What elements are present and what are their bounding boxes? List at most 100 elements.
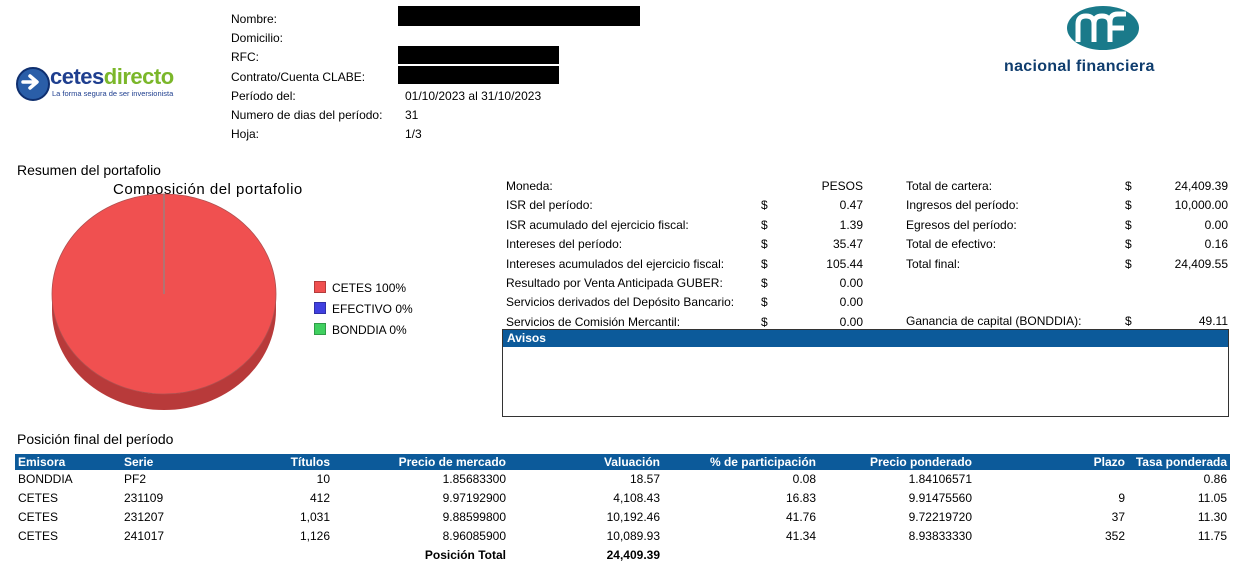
table-row: BONDDIA PF2 10 1.85683300 18.57 0.08 1.8410657… bbox=[15, 470, 1230, 489]
label-periodo: Período del: bbox=[231, 89, 296, 103]
summary-right-label: Total de efectivo: bbox=[906, 237, 997, 252]
table-cell: 1,031 bbox=[299, 510, 330, 524]
value-dias: 31 bbox=[405, 108, 419, 122]
summary-right-currency: $ bbox=[1125, 217, 1132, 232]
label-nombre: Nombre: bbox=[231, 12, 278, 26]
summary-left-label: ISR del período: bbox=[506, 198, 593, 213]
table-cell: 37 bbox=[1111, 510, 1125, 524]
table-cell: 9 bbox=[1118, 491, 1125, 505]
table-cell: CETES bbox=[18, 491, 59, 505]
table-row: CETES 241017 1,126 8.96085900 10,089.93 41.34… bbox=[15, 527, 1230, 546]
redacted-nombre bbox=[398, 6, 640, 26]
portfolio-pie-chart bbox=[51, 193, 277, 410]
summary-left-value: 0.00 bbox=[839, 295, 863, 310]
summary-left-currency: $ bbox=[761, 217, 768, 232]
table-cell: 0.86 bbox=[1203, 472, 1227, 486]
legend-swatch-bonddia bbox=[314, 323, 326, 335]
cetesdirecto-wordmark: cetesdirecto bbox=[50, 64, 174, 89]
value-periodo: 01/10/2023 al 31/10/2023 bbox=[405, 89, 542, 103]
summary-right-value: 24,409.55 bbox=[1174, 256, 1228, 271]
col-participacion: % de participación bbox=[663, 454, 819, 470]
table-cell: 412 bbox=[309, 491, 330, 505]
summary-right-label: Total de cartera: bbox=[906, 179, 993, 193]
table-cell: 1,126 bbox=[299, 529, 330, 543]
table-cell: 11.75 bbox=[1197, 529, 1227, 543]
summary-left-value: 1.39 bbox=[839, 217, 863, 232]
avisos-header: Avisos bbox=[503, 330, 1228, 347]
table-cell bbox=[1128, 546, 1230, 565]
summary-left-currency: $ bbox=[761, 256, 768, 271]
positions-header-row: Emisora Serie Títulos Precio de mercado … bbox=[15, 454, 1230, 470]
table-cell bbox=[975, 470, 1128, 489]
table-cell: 1.85683300 bbox=[442, 472, 506, 486]
cetesdirecto-tagline: La forma segura de ser inversionista bbox=[52, 89, 174, 98]
total-label: Posición Total bbox=[424, 548, 506, 562]
ganancia-value: 49.11 bbox=[1198, 314, 1228, 328]
nafin-emblem-icon bbox=[1067, 6, 1139, 50]
table-cell bbox=[663, 546, 819, 565]
value-hoja: 1/3 bbox=[405, 127, 422, 141]
table-cell bbox=[121, 546, 247, 565]
table-cell: 41.76 bbox=[785, 510, 816, 524]
table-cell: 8.93833330 bbox=[908, 529, 972, 543]
table-cell: 10 bbox=[316, 472, 330, 486]
cetesdirecto-logo: cetesdirecto La forma segura de ser inve… bbox=[14, 64, 204, 104]
legend-swatch-efectivo bbox=[314, 302, 326, 314]
avisos-box: Avisos bbox=[502, 329, 1229, 417]
legend-swatch-cetes bbox=[314, 281, 326, 293]
legend-item-bonddia: BONDDIA 0% bbox=[314, 323, 407, 337]
summary-right-value: 10,000.00 bbox=[1174, 198, 1228, 213]
portfolio-section-title: Resumen del portafolio bbox=[17, 162, 161, 178]
summary-left-label: Intereses acumulados del ejercicio fisca… bbox=[506, 256, 725, 271]
summary-right-label: Egresos del período: bbox=[906, 217, 1017, 232]
label-dias: Numero de dias del período: bbox=[231, 108, 383, 122]
nafin-wordmark: nacional financiera bbox=[1004, 58, 1155, 75]
summary-right-value: 0.16 bbox=[1204, 237, 1228, 252]
label-contrato: Contrato/Cuenta CLABE: bbox=[231, 70, 366, 84]
ganancia-currency: $ bbox=[1125, 314, 1132, 328]
label-rfc: RFC: bbox=[231, 50, 259, 64]
table-cell: 16.83 bbox=[785, 491, 816, 505]
summary-left-value: PESOS bbox=[821, 179, 863, 193]
col-plazo: Plazo bbox=[975, 454, 1128, 470]
summary-left-currency: $ bbox=[761, 237, 768, 252]
table-cell: 10,192.46 bbox=[606, 510, 660, 524]
summary-left-label: Resultado por Venta Anticipada GUBER: bbox=[506, 276, 723, 290]
table-cell: 9.72219720 bbox=[908, 510, 972, 524]
summary-right-currency: $ bbox=[1125, 198, 1132, 213]
label-hoja: Hoja: bbox=[231, 127, 260, 141]
table-cell: 11.30 bbox=[1197, 510, 1227, 524]
summary-left-currency: $ bbox=[761, 276, 768, 290]
summary-left-currency: $ bbox=[761, 198, 768, 213]
table-cell bbox=[247, 546, 333, 565]
table-cell: 10,089.93 bbox=[606, 529, 660, 543]
table-cell: 8.96085900 bbox=[442, 529, 506, 543]
table-cell: CETES bbox=[18, 529, 59, 543]
table-cell: 241017 bbox=[124, 529, 165, 543]
summary-left-label: Servicios derivados del Depósito Bancari… bbox=[506, 295, 735, 310]
col-precio-ponderado: Precio ponderado bbox=[819, 454, 975, 470]
table-cell bbox=[819, 546, 975, 565]
table-cell: 352 bbox=[1104, 529, 1125, 543]
total-value: 24,409.39 bbox=[606, 548, 660, 562]
table-cell: 9.91475560 bbox=[908, 491, 972, 505]
summary-left-label: Servicios de Comisión Mercantil: bbox=[506, 314, 681, 329]
redacted-contrato bbox=[398, 66, 559, 84]
summary-right-currency: $ bbox=[1125, 256, 1132, 271]
col-serie: Serie bbox=[121, 454, 247, 470]
table-cell: 18.57 bbox=[629, 472, 660, 486]
table-cell: BONDDIA bbox=[18, 472, 73, 486]
label-domicilio: Domicilio: bbox=[231, 31, 284, 45]
positions-table: Emisora Serie Títulos Precio de mercado … bbox=[15, 454, 1230, 565]
table-cell: 0.08 bbox=[792, 472, 816, 486]
table-cell bbox=[15, 546, 121, 565]
redacted-rfc bbox=[398, 46, 559, 64]
summary-left-currency: $ bbox=[761, 314, 768, 329]
summary-left-label: ISR acumulado del ejercicio fiscal: bbox=[506, 217, 689, 232]
summary-right-label: Total final: bbox=[906, 256, 961, 271]
summary-right-currency: $ bbox=[1125, 179, 1132, 193]
legend-item-efectivo: EFECTIVO 0% bbox=[314, 302, 413, 316]
summary-right-value: 24,409.39 bbox=[1174, 179, 1228, 193]
col-valuacion: Valuación bbox=[509, 454, 663, 470]
table-cell: 11.05 bbox=[1197, 491, 1227, 505]
